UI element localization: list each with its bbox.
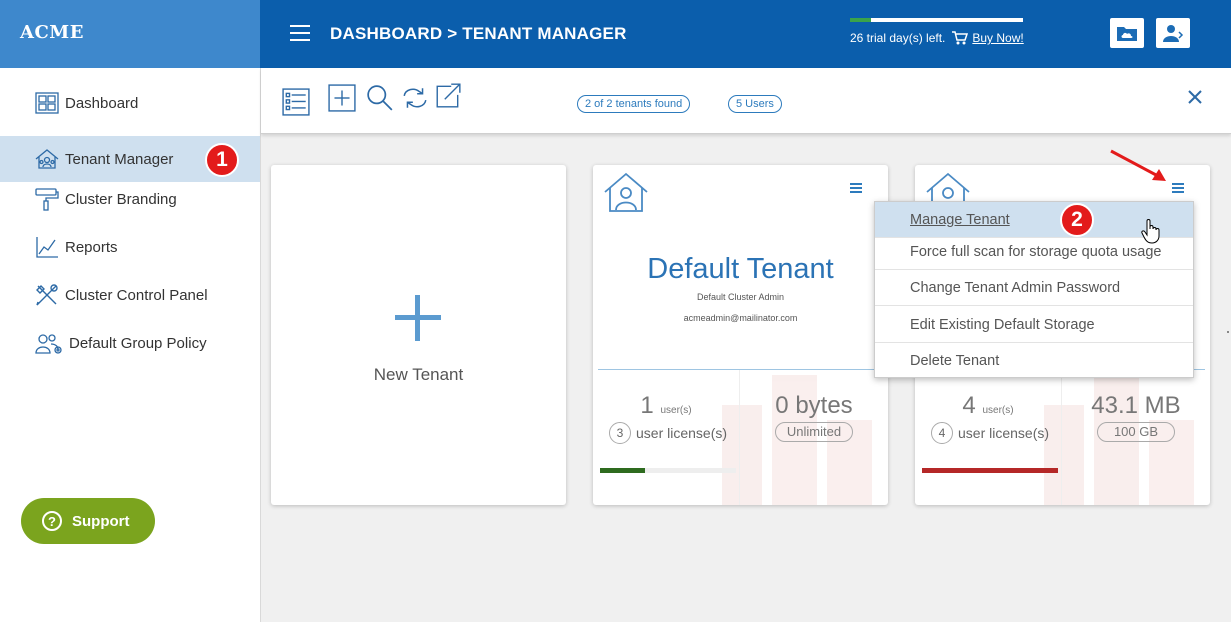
license-info: 4 user license(s) xyxy=(931,422,1049,444)
sidebar-item-label: Default Group Policy xyxy=(69,334,207,352)
red-arrow-annotation-icon xyxy=(1110,149,1166,181)
annotation-badge-2: 2 xyxy=(1060,203,1094,237)
tenant-admin-email: acmeadmin@mailinator.com xyxy=(683,313,798,323)
sidebar-item-reports[interactable]: Reports xyxy=(0,224,260,270)
users-count: 4 user(s) xyxy=(962,392,1014,419)
sidebar-item-cluster-branding[interactable]: Cluster Branding xyxy=(0,176,260,222)
tenant-card: Default Tenant Default Cluster Admin acm… xyxy=(593,165,888,505)
plus-icon xyxy=(395,295,441,341)
license-label: user license(s) xyxy=(958,425,1050,441)
search-icon[interactable] xyxy=(366,84,394,112)
license-label: user license(s) xyxy=(636,425,728,441)
license-count: 3 xyxy=(609,422,631,444)
sidebar-item-label: Tenant Manager xyxy=(65,150,174,168)
sidebar-item-label: Cluster Control Panel xyxy=(65,286,208,304)
close-icon[interactable] xyxy=(1186,88,1204,106)
tools-icon xyxy=(36,284,58,306)
page-title: DASHBOARD > TENANT MANAGER xyxy=(330,24,627,43)
storage-quota: 100 GB xyxy=(1097,422,1175,442)
tenants-found-badge: 2 of 2 tenants found xyxy=(577,95,691,113)
license-count: 4 xyxy=(931,422,953,444)
sidebar-item-default-group-policy[interactable]: Default Group Policy xyxy=(0,320,260,366)
dashboard-grid-icon xyxy=(35,92,59,114)
tenant-admin-name: Default Cluster Admin xyxy=(696,292,785,302)
users-count: 1 user(s) xyxy=(640,392,692,419)
storage-used: 0 bytes xyxy=(775,392,853,419)
line-chart-icon xyxy=(36,237,58,258)
export-icon[interactable] xyxy=(434,82,462,110)
edge-marker xyxy=(1227,331,1229,333)
new-tenant-label: New Tenant xyxy=(373,365,464,384)
buy-now-link[interactable]: Buy Now! xyxy=(972,31,1023,45)
storage-used: 43.1 MB xyxy=(1091,392,1181,419)
storage-stat: 43.1 MB 100 GB xyxy=(1062,370,1210,505)
license-info: 3 user license(s) xyxy=(609,422,727,444)
support-label: Support xyxy=(72,512,130,530)
sidebar-item-cluster-control-panel[interactable]: Cluster Control Panel xyxy=(0,272,260,318)
support-button[interactable]: ? Support xyxy=(21,498,155,544)
storage-quota: Unlimited xyxy=(775,422,853,442)
trial-days-text: 26 trial day(s) left. xyxy=(850,31,946,45)
toolbar: 2 of 2 tenants found 5 Users xyxy=(261,68,1231,134)
sidebar-item-label: Cluster Branding xyxy=(65,190,177,208)
menu-item-delete-tenant[interactable]: Delete Tenant xyxy=(875,343,1193,379)
users-stat: 4 user(s) 4 user license(s) xyxy=(915,370,1062,505)
group-gear-icon xyxy=(35,334,62,354)
tenant-menu-icon[interactable] xyxy=(850,183,862,195)
new-tenant-card[interactable]: New Tenant xyxy=(271,165,566,505)
sidebar-item-label: Reports xyxy=(65,238,118,256)
hand-cursor-icon xyxy=(1141,219,1160,244)
paint-roller-icon xyxy=(35,188,59,211)
tenant-name: Default Tenant xyxy=(647,253,834,285)
annotation-badge-1: 1 xyxy=(205,143,239,177)
tenant-house-icon xyxy=(35,149,59,169)
users-count-badge: 5 Users xyxy=(728,95,782,113)
user-account-icon xyxy=(1163,25,1184,42)
tenant-menu-icon[interactable] xyxy=(1172,183,1184,195)
folder-cloud-button[interactable] xyxy=(1110,18,1144,48)
sidebar-item-label: Dashboard xyxy=(65,94,139,112)
usage-bar xyxy=(922,468,1058,473)
tenant-house-icon xyxy=(604,172,648,212)
list-view-icon[interactable] xyxy=(282,88,310,116)
trial-progress-bar xyxy=(850,18,1023,22)
brand-logo: ACME xyxy=(0,0,260,68)
users-stat: 1 user(s) 3 user license(s) xyxy=(593,370,740,505)
shopping-cart-icon xyxy=(952,31,969,45)
help-icon: ? xyxy=(42,511,62,531)
menu-item-edit-storage[interactable]: Edit Existing Default Storage xyxy=(875,307,1193,343)
top-header: DASHBOARD > TENANT MANAGER 26 trial day(… xyxy=(260,0,1231,68)
storage-stat: 0 bytes Unlimited xyxy=(740,370,888,505)
usage-bar xyxy=(600,468,736,473)
user-account-button[interactable] xyxy=(1156,18,1190,48)
menu-item-change-password[interactable]: Change Tenant Admin Password xyxy=(875,270,1193,306)
add-icon[interactable] xyxy=(328,84,356,112)
folder-cloud-icon xyxy=(1117,27,1137,41)
refresh-icon[interactable] xyxy=(401,84,429,112)
hamburger-menu-icon[interactable] xyxy=(290,25,310,43)
sidebar-item-dashboard[interactable]: Dashboard xyxy=(0,80,260,126)
trial-status: 26 trial day(s) left. Buy Now! xyxy=(850,31,1024,45)
